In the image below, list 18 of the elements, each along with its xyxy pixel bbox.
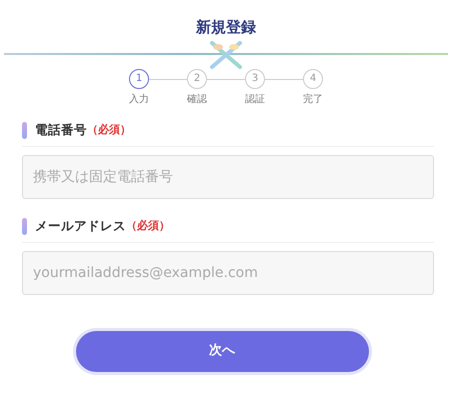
field-label: メールアドレス bbox=[35, 216, 126, 235]
label-marker bbox=[22, 218, 27, 235]
input-field[interactable]: yourmailaddress@example.com bbox=[22, 250, 434, 294]
step-number: 1 bbox=[129, 69, 149, 89]
input-field[interactable]: 携帯又は固定電話番号 bbox=[22, 154, 434, 199]
field-label: 電話番号 bbox=[35, 121, 87, 139]
step-label: 入力 bbox=[129, 92, 149, 107]
step-label: 確認 bbox=[187, 92, 207, 107]
next-button[interactable]: 次へ bbox=[76, 330, 368, 372]
label-marker bbox=[22, 122, 27, 139]
page-title: 新規登録 bbox=[196, 17, 256, 38]
step-number: 3 bbox=[245, 69, 265, 89]
required-note: （必須） bbox=[87, 122, 131, 138]
step-number: 4 bbox=[303, 69, 323, 89]
step-number: 2 bbox=[187, 69, 207, 89]
required-note: （必須） bbox=[126, 218, 170, 234]
step-label: 完了 bbox=[303, 92, 323, 107]
step-label: 認証 bbox=[245, 92, 265, 107]
